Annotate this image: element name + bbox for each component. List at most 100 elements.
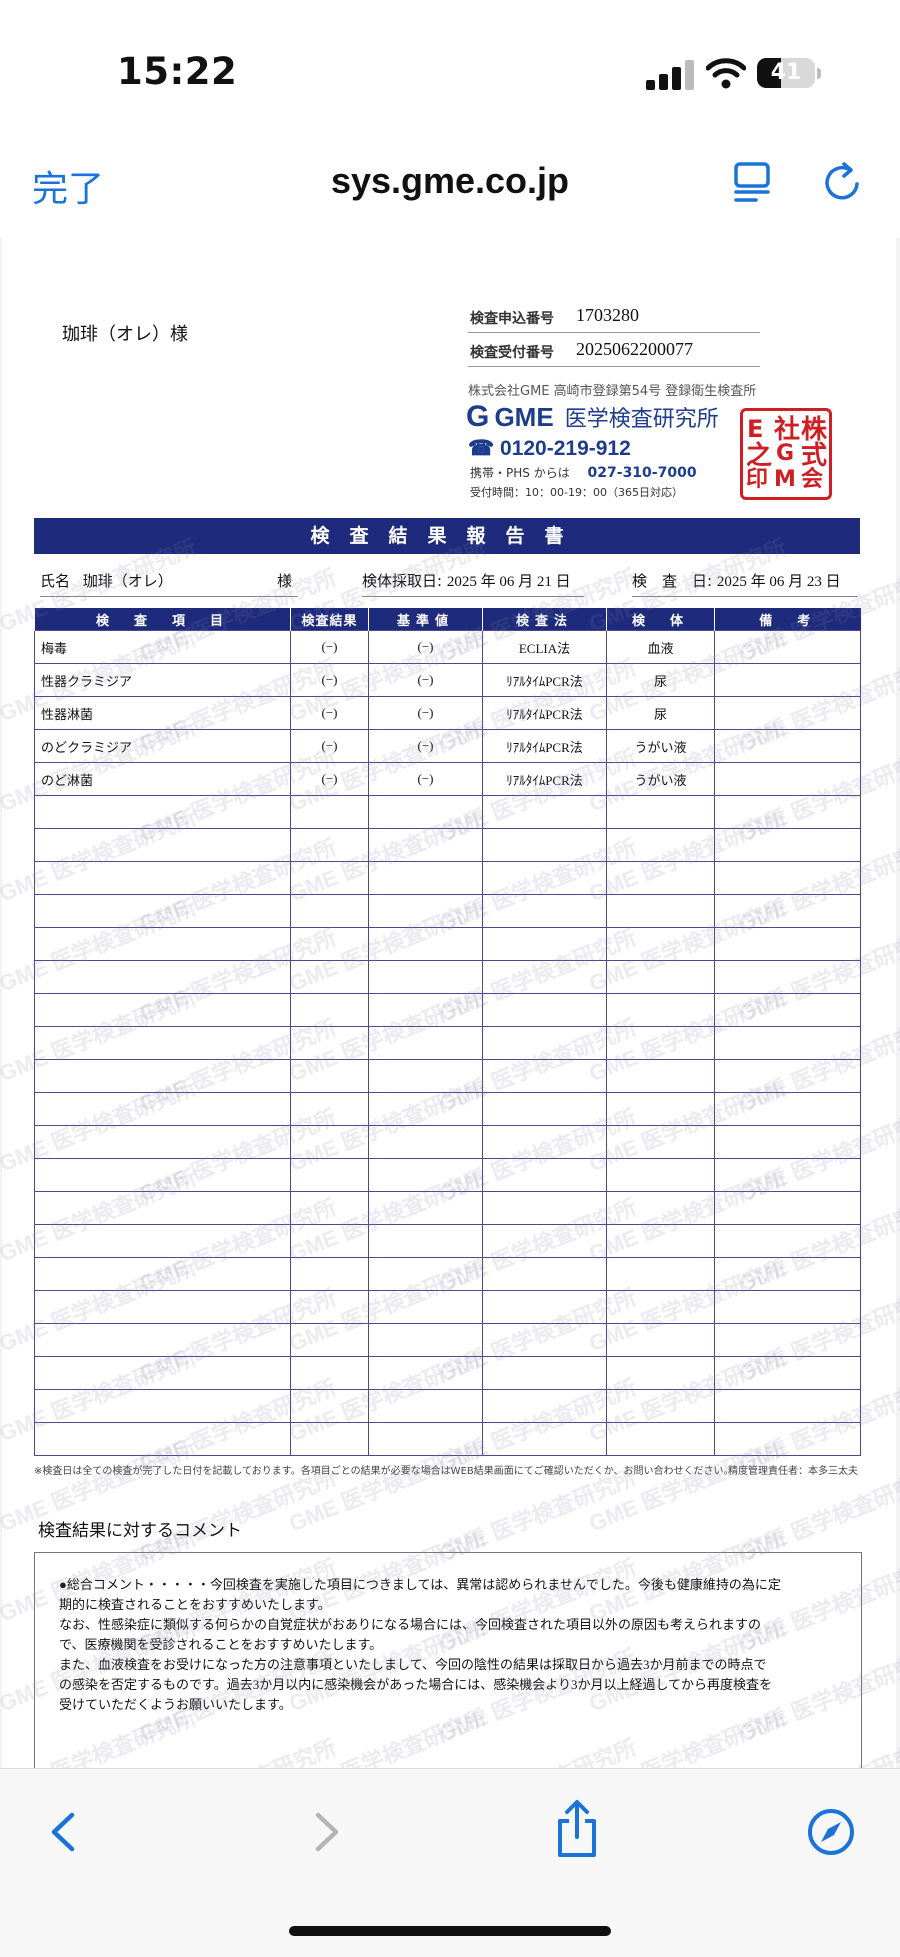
cell-specimen bbox=[606, 828, 715, 862]
cell-specimen bbox=[606, 1389, 715, 1423]
gme-logo-icon: G bbox=[466, 400, 490, 433]
cell-method bbox=[482, 1026, 607, 1060]
document-viewer[interactable]: 珈琲（オレ）様 検査申込番号 1703280 検査受付番号 2025062200… bbox=[0, 238, 900, 1768]
compass-icon[interactable] bbox=[806, 1807, 856, 1857]
cell-specimen bbox=[606, 1125, 715, 1159]
name-label: 氏名 bbox=[40, 572, 71, 590]
seal-char: E bbox=[747, 415, 764, 443]
mobile-phone-number: 027-310-7000 bbox=[587, 465, 697, 481]
cell-specimen bbox=[606, 1158, 715, 1192]
cell-item: 梅毒 bbox=[34, 630, 291, 664]
cell-reference: (−) bbox=[368, 663, 483, 697]
cell-reference bbox=[368, 1290, 483, 1324]
empty-table-row bbox=[34, 828, 861, 862]
cell-specimen: うがい液 bbox=[606, 762, 715, 796]
cell-item bbox=[34, 1323, 291, 1357]
chevron-right-icon[interactable] bbox=[300, 1807, 350, 1857]
cell-result bbox=[290, 861, 369, 895]
comment-line: で、医療機関を受診されることをおすすめいたします。 bbox=[59, 1637, 383, 1652]
comment-text: ●総合コメント・・・・・今回検査を実施した項目につきましては、異常は認められませ… bbox=[59, 1575, 849, 1715]
seal-char: 社 bbox=[774, 415, 801, 445]
reload-icon[interactable] bbox=[820, 160, 864, 204]
cell-method bbox=[482, 1323, 607, 1357]
comment-line: なお、性感染症に類似する何らかの自覚症状がおありになる場合には、今回検査された項… bbox=[59, 1617, 762, 1632]
application-number-value: 1703280 bbox=[576, 305, 639, 325]
cell-note bbox=[714, 993, 861, 1027]
cell-reference bbox=[368, 1422, 483, 1456]
share-icon[interactable] bbox=[552, 1799, 602, 1859]
cell-method bbox=[482, 1059, 607, 1093]
cell-method bbox=[482, 795, 607, 829]
cell-reference: (−) bbox=[368, 630, 483, 664]
cell-item bbox=[34, 1389, 291, 1423]
cell-method bbox=[482, 1290, 607, 1324]
cell-item bbox=[34, 828, 291, 862]
cell-note bbox=[714, 1323, 861, 1357]
cell-method bbox=[482, 1389, 607, 1423]
cell-specimen bbox=[606, 993, 715, 1027]
mobile-phone-line: 携帯・PHS からは 027-310-7000 bbox=[470, 464, 697, 481]
empty-table-row bbox=[34, 927, 861, 961]
empty-table-row bbox=[34, 1257, 861, 1291]
cell-specimen bbox=[606, 1257, 715, 1291]
report-page: 珈琲（オレ）様 検査申込番号 1703280 検査受付番号 2025062200… bbox=[0, 238, 900, 1768]
cell-method bbox=[482, 1224, 607, 1258]
cell-specimen bbox=[606, 1224, 715, 1258]
cell-item bbox=[34, 1356, 291, 1390]
seal-char: 式 bbox=[801, 441, 828, 471]
cell-result: (−) bbox=[290, 762, 369, 796]
cell-reference bbox=[368, 1224, 483, 1258]
cell-result bbox=[290, 1026, 369, 1060]
cell-method bbox=[482, 1191, 607, 1225]
reader-list-icon[interactable] bbox=[732, 160, 772, 204]
cell-item bbox=[34, 1026, 291, 1060]
empty-table-row bbox=[34, 861, 861, 895]
cell-item bbox=[34, 1257, 291, 1291]
status-time: 15:22 bbox=[117, 50, 238, 93]
honorific: 様 bbox=[276, 572, 292, 590]
seal-char: 印 bbox=[746, 467, 769, 492]
empty-table-row bbox=[34, 894, 861, 928]
cell-method: ﾘｱﾙﾀｲﾑPCR法 bbox=[482, 696, 607, 730]
cell-method bbox=[482, 1356, 607, 1390]
cell-reference bbox=[368, 1125, 483, 1159]
cell-reference bbox=[368, 861, 483, 895]
cell-item bbox=[34, 1191, 291, 1225]
cell-method bbox=[482, 993, 607, 1027]
empty-table-row bbox=[34, 1158, 861, 1192]
cell-reference bbox=[368, 894, 483, 928]
collection-date-value: 2025 年 06 月 21 日 bbox=[446, 574, 571, 590]
cell-reference bbox=[368, 1389, 483, 1423]
cell-result bbox=[290, 927, 369, 961]
comment-line: 期的に検査されることをおすすめいたします。 bbox=[59, 1597, 331, 1612]
cell-method bbox=[482, 1158, 607, 1192]
cell-method bbox=[482, 828, 607, 862]
cell-note bbox=[714, 762, 861, 796]
cell-method bbox=[482, 960, 607, 994]
cell-item bbox=[34, 993, 291, 1027]
empty-table-row bbox=[34, 795, 861, 829]
cellular-signal-icon bbox=[646, 58, 698, 90]
empty-table-row bbox=[34, 1092, 861, 1126]
empty-table-row bbox=[34, 1290, 861, 1324]
cell-item bbox=[34, 894, 291, 928]
cell-specimen: 血液 bbox=[606, 630, 715, 664]
cell-specimen bbox=[606, 861, 715, 895]
cell-result bbox=[290, 1389, 369, 1423]
seal-char: 之 bbox=[746, 441, 773, 471]
cell-reference bbox=[368, 1191, 483, 1225]
cell-note bbox=[714, 1389, 861, 1423]
cell-note bbox=[714, 894, 861, 928]
cell-result bbox=[290, 1158, 369, 1192]
table-row: のど淋菌 (−) (−) ﾘｱﾙﾀｲﾑPCR法 うがい液 bbox=[34, 762, 861, 796]
cell-result bbox=[290, 1290, 369, 1324]
application-number-row: 検査申込番号 1703280 bbox=[468, 302, 760, 333]
cell-result bbox=[290, 1422, 369, 1456]
cell-method bbox=[482, 861, 607, 895]
chevron-left-icon[interactable] bbox=[40, 1807, 90, 1857]
battery-level: 41 bbox=[770, 60, 802, 85]
seal-char: 会 bbox=[801, 467, 824, 492]
test-date-value: 2025 年 06 月 23 日 bbox=[716, 574, 841, 590]
cell-result bbox=[290, 993, 369, 1027]
wifi-icon bbox=[706, 58, 746, 89]
